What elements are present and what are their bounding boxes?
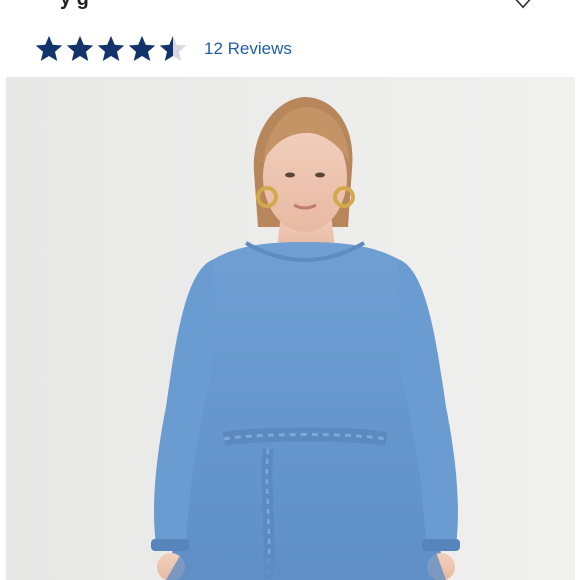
star-rating[interactable] — [34, 34, 188, 64]
product-title: y g — [60, 0, 89, 11]
star-icon — [35, 35, 63, 61]
rating-summary: 12 Reviews — [34, 33, 292, 65]
header-strip: y g — [0, 0, 579, 12]
product-image[interactable] — [6, 77, 575, 580]
star-icon — [128, 35, 156, 61]
favorite-heart-icon[interactable] — [512, 0, 534, 10]
star-icon — [66, 35, 94, 61]
reviews-link[interactable]: 12 Reviews — [204, 39, 292, 59]
star-icon — [97, 35, 125, 61]
star-icon — [159, 35, 187, 61]
product-photo-illustration — [6, 77, 575, 580]
